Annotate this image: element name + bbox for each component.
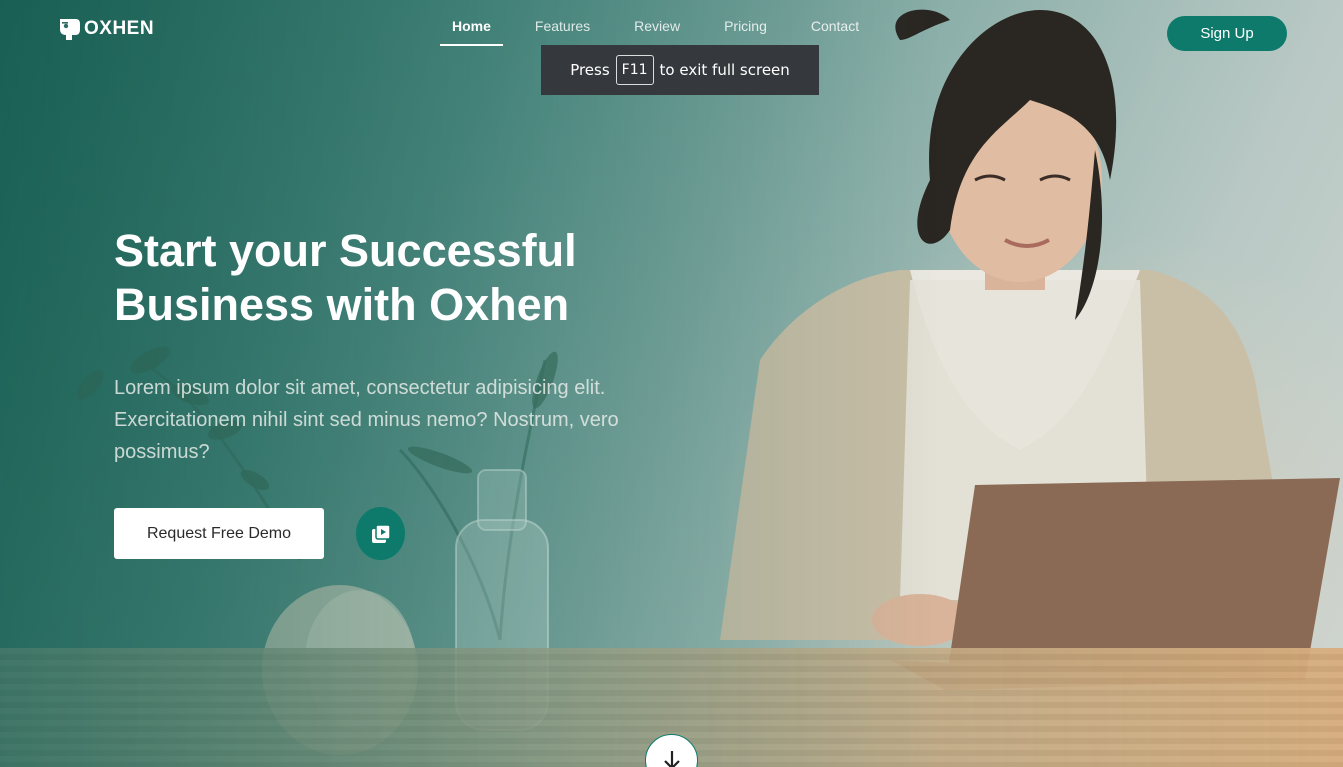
toast-key: F11	[615, 55, 654, 85]
hero-subtext: Lorem ipsum dolor sit amet, consectetur …	[114, 377, 619, 463]
brand-logo-icon	[60, 19, 80, 40]
fullscreen-exit-toast: Press F11 to exit full screen	[541, 45, 819, 95]
arrow-down-icon	[663, 751, 680, 767]
nav-item-features[interactable]: Features	[513, 0, 612, 46]
hero-section: OXHEN Home Features Review Pricing Conta…	[0, 0, 1343, 767]
nav-item-home[interactable]: Home	[430, 0, 513, 46]
brand-name: OXHEN	[84, 18, 155, 39]
play-video-button[interactable]	[356, 507, 405, 560]
nav-item-contact[interactable]: Contact	[789, 0, 881, 46]
brand-logo[interactable]: OXHEN	[58, 17, 154, 41]
hero-title-line-2: Business with Oxhen	[114, 279, 570, 330]
nav-item-pricing[interactable]: Pricing	[702, 0, 789, 46]
toast-suffix: to exit full screen	[659, 61, 790, 79]
nav-item-review[interactable]: Review	[612, 0, 702, 46]
sign-up-button[interactable]: Sign Up	[1167, 16, 1287, 51]
hero-title-line-1: Start your Successful	[114, 225, 577, 276]
hero-title: Start your Successful Business with Oxhe…	[114, 224, 734, 332]
toast-prefix: Press	[570, 61, 610, 79]
main-nav: Home Features Review Pricing Contact	[430, 0, 881, 46]
play-video-icon	[371, 523, 391, 543]
request-demo-button[interactable]: Request Free Demo	[114, 508, 324, 559]
